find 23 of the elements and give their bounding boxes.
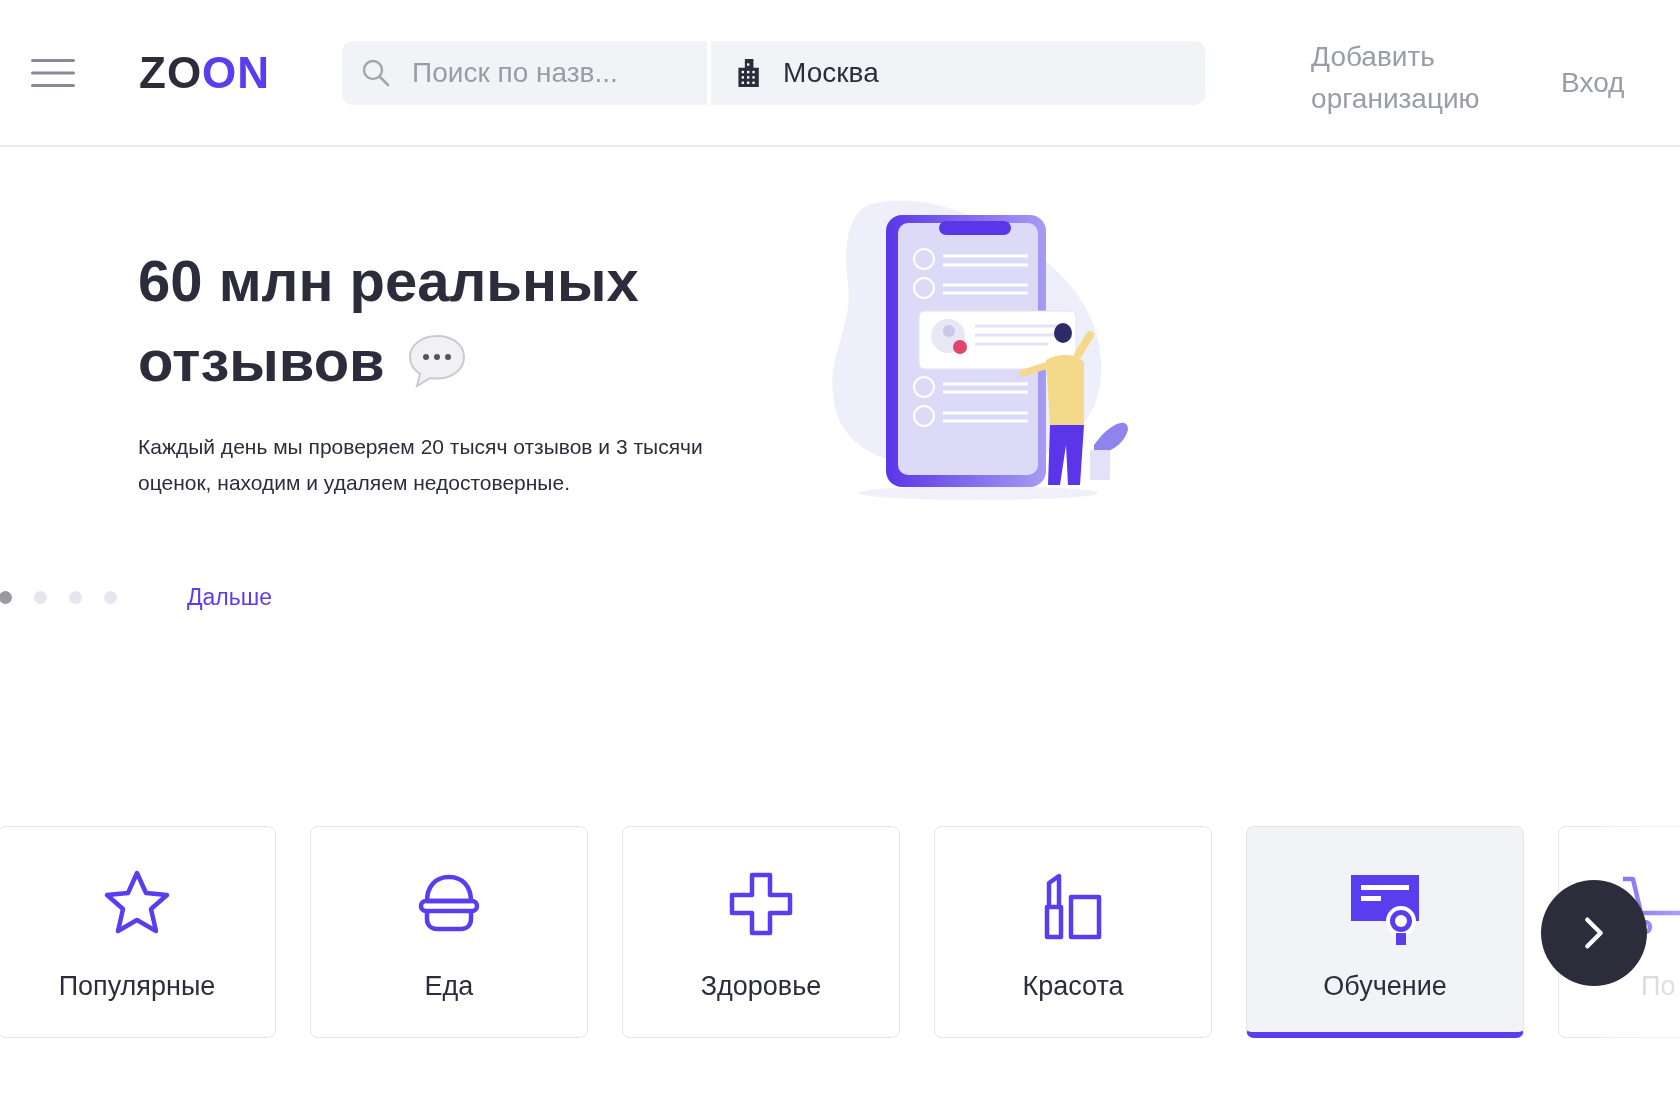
search-field[interactable]: Поиск по назв... — [342, 40, 708, 105]
headline: отзывов — [138, 327, 385, 395]
menu-icon[interactable] — [31, 57, 75, 88]
category-label: Красота — [1022, 971, 1124, 1002]
category-card[interactable]: Популярные — [0, 826, 276, 1038]
city-field[interactable]: Москва — [711, 40, 1206, 105]
headline: 60 млн реальных — [138, 247, 639, 315]
category-label: Обучение — [1323, 971, 1447, 1002]
speech-bubble-icon — [406, 333, 467, 389]
next-link[interactable]: Дальше — [187, 583, 272, 611]
category-card[interactable]: Обучение — [1246, 826, 1524, 1038]
slide-dot[interactable] — [0, 590, 12, 604]
category-card[interactable]: Еда — [310, 826, 588, 1038]
slide-dot[interactable] — [104, 590, 117, 604]
category-label: Популярные — [58, 971, 216, 1002]
slide-dot[interactable] — [34, 590, 47, 604]
logo[interactable]: ZOON — [139, 47, 271, 98]
slide-dot[interactable] — [69, 590, 82, 604]
category-card[interactable]: Здоровье — [622, 826, 900, 1038]
category-label: Здоровье — [700, 971, 822, 1002]
category-card[interactable]: Красота — [934, 826, 1212, 1038]
category-label: Еда — [424, 971, 474, 1002]
description: Каждый день мы проверяем 20 тысяч отзывов и 3 тысячи оценок, находим и удаляем недостоверные. — [138, 434, 704, 496]
